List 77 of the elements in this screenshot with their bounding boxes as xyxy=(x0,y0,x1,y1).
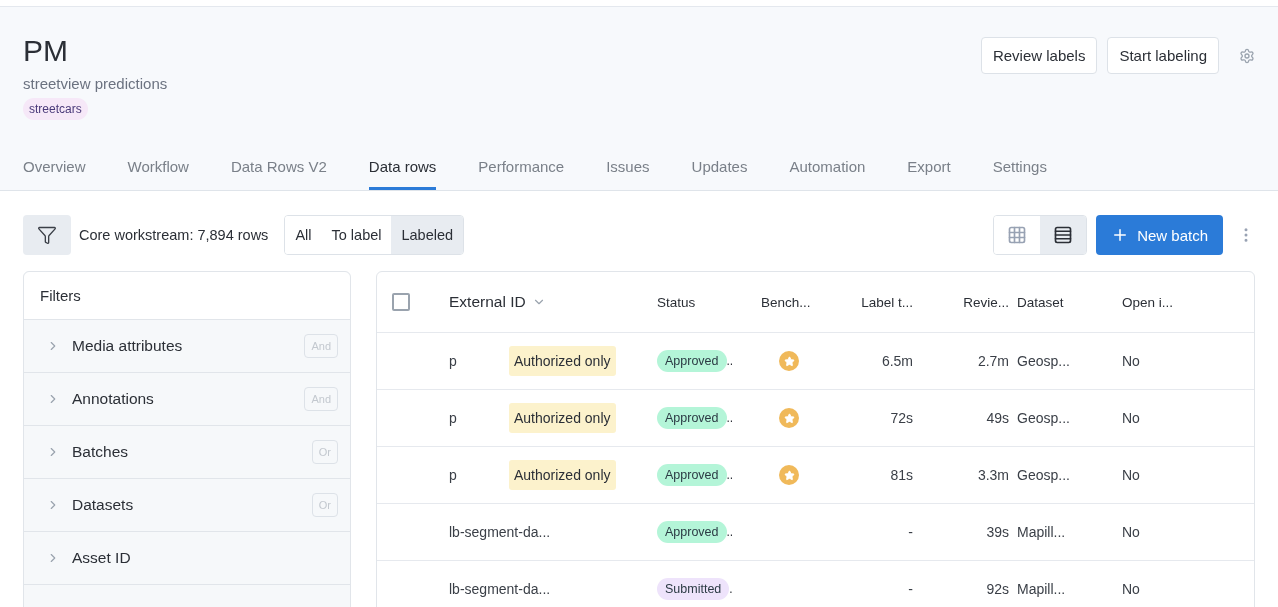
tab[interactable]: Data Rows V2 xyxy=(230,158,327,190)
table-cell-text: 49s xyxy=(985,410,1010,426)
status-pill: Approved xyxy=(657,350,727,372)
filter-row[interactable]: Asset ID xyxy=(24,532,350,585)
tab[interactable]: Workflow xyxy=(127,158,189,190)
table-cell-text: p xyxy=(449,467,458,483)
table-cell-text: No xyxy=(1122,467,1141,483)
column-header[interactable]: Status xyxy=(657,294,761,310)
table-cell-text: Mapill... xyxy=(1017,524,1067,540)
table-cell: lb-segment-da... xyxy=(449,524,551,540)
filter-label: Media attributes xyxy=(72,337,184,355)
table-cell-text: p xyxy=(449,353,458,369)
table-cell-text: - xyxy=(907,524,914,540)
table-cell-text: No xyxy=(1122,353,1141,369)
project-title: PM xyxy=(23,33,69,69)
project-tag: streetcars xyxy=(23,98,88,120)
filters-title: Filters xyxy=(24,272,350,320)
column-header[interactable]: Open i... xyxy=(1122,294,1254,310)
table-cell: lb-segment-da... xyxy=(449,581,551,597)
status-pill: Submitted xyxy=(657,578,730,600)
filter-label: Asset ID xyxy=(72,549,132,567)
status-pill: Approved xyxy=(657,407,727,429)
tab[interactable]: Issues xyxy=(606,158,650,190)
table-cell-text: 72s xyxy=(889,410,914,426)
overflow-text: . xyxy=(729,582,733,596)
status-pill: Approved xyxy=(657,521,727,543)
tab[interactable]: Automation xyxy=(789,158,866,190)
status-pill: Approved xyxy=(657,464,727,486)
list-view-button[interactable] xyxy=(1040,216,1087,254)
table-cell-text: 39s xyxy=(985,524,1010,540)
table-cell-text: p xyxy=(449,410,458,426)
tab[interactable]: Export xyxy=(907,158,951,190)
overflow-text: .. xyxy=(726,354,734,368)
table-cell-text: No xyxy=(1122,524,1141,540)
tab[interactable]: Settings xyxy=(992,158,1047,190)
segment-button[interactable]: Labeled xyxy=(391,216,464,254)
table-cell-text: Mapill... xyxy=(1017,581,1067,597)
filter-label: Datasets xyxy=(72,496,135,514)
review-button[interactable]: Review labels xyxy=(980,37,1098,74)
start-button[interactable]: Start labeling xyxy=(1107,37,1219,74)
overflow-text: .. xyxy=(726,411,734,425)
table-cell-text: 6.5m xyxy=(880,353,914,369)
table-cell-text: No xyxy=(1122,581,1141,597)
grid-icon xyxy=(1007,225,1028,245)
table-cell-text: Geosp... xyxy=(1017,353,1071,369)
overflow-text: .. xyxy=(726,525,734,539)
filter-button[interactable] xyxy=(23,215,71,255)
tab[interactable]: Overview xyxy=(23,158,86,190)
column-header[interactable]: Label t... xyxy=(831,294,921,310)
tab[interactable]: Updates xyxy=(691,158,748,190)
list-icon xyxy=(1053,225,1074,245)
table-cell-text: 2.7m xyxy=(976,353,1010,369)
table-cell-text: 3.3m xyxy=(976,467,1010,483)
table-cell-text: No xyxy=(1122,410,1141,426)
funnel-icon xyxy=(37,225,57,245)
overflow-text: .. xyxy=(726,468,734,482)
filter-label: Annotations xyxy=(72,390,155,408)
tab[interactable]: Performance xyxy=(478,158,565,190)
tab[interactable]: Data rows xyxy=(368,158,437,190)
new-batch-button[interactable]: New batch xyxy=(1096,215,1223,255)
settings-icon[interactable] xyxy=(1239,47,1255,64)
table-cell-text: 81s xyxy=(889,467,914,483)
filter-label: Batches xyxy=(72,443,129,461)
access-tag: Authorized only xyxy=(509,346,616,376)
column-header[interactable]: Dataset xyxy=(1017,294,1122,310)
table-cell-text: 92s xyxy=(985,581,1010,597)
project-description: streetview predictions xyxy=(23,75,168,92)
table-cell-text: - xyxy=(907,581,914,597)
column-header[interactable]: External ID xyxy=(449,293,657,311)
column-header[interactable]: Revie... xyxy=(921,294,1017,310)
table-cell-text: Geosp... xyxy=(1017,410,1071,426)
access-tag: Authorized only xyxy=(509,403,616,433)
access-tag: Authorized only xyxy=(509,460,616,490)
table-cell-text: Geosp... xyxy=(1017,467,1071,483)
row-count: Core workstream: 7,894 rows xyxy=(79,227,269,243)
column-header[interactable]: Bench... xyxy=(761,294,831,310)
select-all-checkbox[interactable] xyxy=(392,293,410,311)
